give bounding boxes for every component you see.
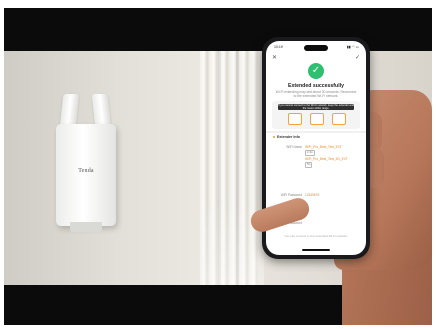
band-badge: 5G bbox=[305, 162, 313, 168]
wall-plug bbox=[70, 222, 102, 232]
extender-icon bbox=[310, 113, 324, 125]
bullet-icon bbox=[273, 136, 275, 139]
top-bar: ✕ ✓ bbox=[266, 54, 366, 62]
footnote: You can connect to the extended Wi-Fi ne… bbox=[284, 234, 348, 238]
band-badge: 2.4G bbox=[305, 150, 315, 156]
check-icon[interactable]: ✓ bbox=[355, 54, 360, 62]
brand-logo: Tenda bbox=[78, 168, 94, 174]
home-indicator bbox=[302, 249, 330, 251]
product-photo: Tenda 10:19 ▮▮ ◠ ▭ ✕ ✓ ✓ Extended succes… bbox=[0, 0, 436, 329]
extender-info-title: Extender Info bbox=[273, 135, 300, 139]
extender-body: Tenda bbox=[56, 124, 116, 226]
wifi-name-2g[interactable]: WiFi_Pro_Best_Test_EXT bbox=[305, 145, 342, 149]
phone-icon bbox=[332, 113, 346, 125]
placement-diagram: If you cannot connect to the Wi-Fi netwo… bbox=[272, 101, 360, 129]
success-title: Extended successfully bbox=[288, 83, 344, 89]
router-icon bbox=[288, 113, 302, 125]
diagram-tip: If you cannot connect to the Wi-Fi netwo… bbox=[278, 104, 354, 110]
scene: Tenda 10:19 ▮▮ ◠ ▭ ✕ ✓ ✓ Extended succes… bbox=[4, 8, 432, 325]
status-indicators: ▮▮ ◠ ▭ bbox=[346, 45, 359, 49]
wifi-name-5g[interactable]: WiFi_Pro_Best_Test_5G_EXT bbox=[305, 157, 348, 161]
wifi-extender-device: Tenda bbox=[56, 94, 116, 234]
dynamic-island bbox=[304, 45, 328, 51]
wifi-password[interactable]: 12345678 bbox=[305, 193, 361, 197]
status-time: 10:19 bbox=[274, 45, 283, 49]
divider bbox=[266, 131, 366, 133]
close-icon[interactable]: ✕ bbox=[272, 54, 277, 62]
check-circle-icon: ✓ bbox=[308, 63, 324, 79]
success-description: Wi-Fi extending may last about 30 second… bbox=[275, 90, 357, 99]
